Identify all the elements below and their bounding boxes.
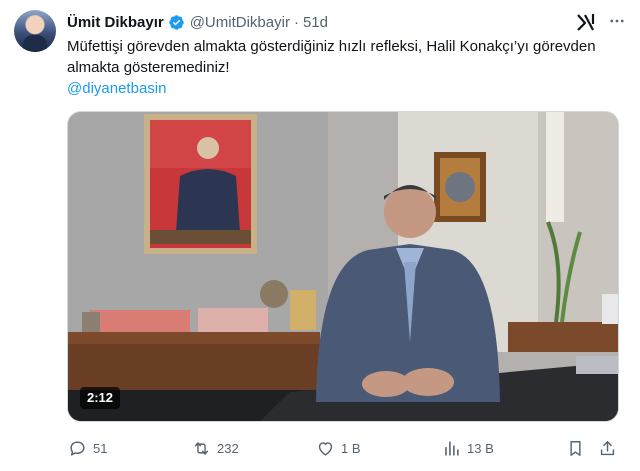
bookmark-button[interactable] — [566, 436, 591, 460]
video-player[interactable]: 2:12 — [67, 111, 619, 422]
reply-count: 51 — [93, 440, 108, 456]
video-duration: 2:12 — [80, 387, 121, 409]
separator-dot: · — [293, 13, 299, 31]
like-icon — [318, 441, 333, 456]
share-icon — [600, 440, 615, 455]
views-count: 13 B — [467, 440, 494, 456]
views-button[interactable]: 13 B — [442, 436, 494, 460]
more-icon[interactable] — [606, 10, 628, 32]
tweet-header: Ümit Dikbayır @UmitDikbayir · 51d — [67, 12, 328, 32]
grok-icon[interactable] — [576, 12, 596, 32]
verified-badge-icon[interactable] — [168, 14, 185, 31]
repost-count: 232 — [217, 440, 239, 456]
repost-icon — [194, 441, 209, 455]
author-name[interactable]: Ümit Dikbayır — [67, 14, 164, 31]
tweet-actions: 51 232 1 B 13 B — [62, 436, 622, 460]
video-thumbnail — [68, 112, 618, 421]
author-handle[interactable]: @UmitDikbayir — [190, 14, 290, 31]
avatar[interactable] — [14, 10, 56, 52]
mention-link[interactable]: @diyanetbasin — [67, 78, 166, 99]
repost-button[interactable]: 232 — [192, 436, 239, 460]
bookmark-icon — [570, 440, 581, 456]
share-button[interactable] — [598, 436, 623, 460]
tweet-text: Müfettişi görevden almakta gösterdiğiniz… — [67, 38, 596, 76]
reply-icon — [70, 440, 85, 456]
like-count: 1 B — [341, 440, 361, 456]
views-icon — [445, 440, 459, 456]
like-button[interactable]: 1 B — [316, 436, 361, 460]
tweet-age[interactable]: 51d — [303, 14, 328, 31]
reply-button[interactable]: 51 — [68, 436, 107, 460]
